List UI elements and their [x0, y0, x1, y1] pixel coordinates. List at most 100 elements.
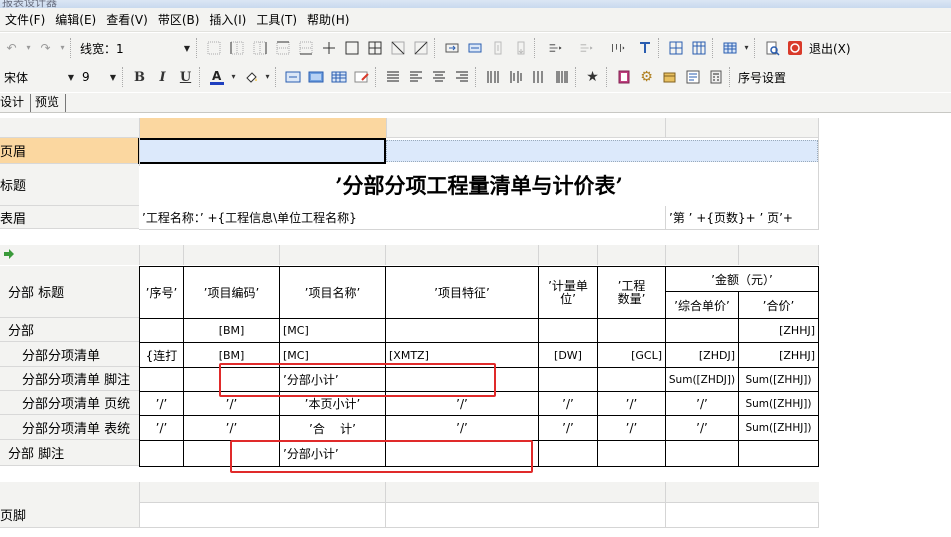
col-header-seq[interactable]: ’序号’ — [140, 267, 183, 318]
col-header-unit[interactable]: ’计量单位’ — [539, 267, 597, 318]
font-color-dropdown-icon[interactable]: ▾ — [229, 66, 239, 88]
valign-top-icon[interactable] — [482, 66, 504, 88]
col-header-code[interactable]: ’项目编码’ — [184, 267, 279, 318]
align-rows-icon[interactable] — [541, 37, 571, 59]
distribute-icon[interactable] — [603, 37, 633, 59]
menu-band[interactable]: 带区(B) — [153, 10, 205, 30]
selected-cell[interactable] — [138, 138, 386, 164]
item-footer-total-field[interactable]: Sum([ZHHJ]) — [739, 368, 818, 391]
split-cells-icon[interactable] — [464, 37, 486, 59]
col-header-unit-price[interactable]: ’综合单价’ — [666, 292, 738, 318]
insert-column-icon[interactable] — [510, 37, 532, 59]
page-number-field[interactable]: ’第 ’ +{页数}+ ’ 页’+ — [666, 206, 819, 229]
edit-box-icon[interactable] — [351, 66, 373, 88]
valign-fill-icon[interactable] — [551, 66, 573, 88]
band-page-header[interactable]: 页眉 — [0, 138, 139, 164]
menu-tools[interactable]: 工具(T) — [251, 10, 302, 30]
col-header-amount[interactable]: ’金额（元）’ — [666, 267, 818, 291]
form-icon[interactable] — [682, 66, 704, 88]
italic-button[interactable]: I — [152, 66, 174, 88]
diagonal-up-icon[interactable] — [410, 37, 432, 59]
project-name-field[interactable]: ’工程名称：’ +{工程信息\单位工程名称} — [139, 206, 665, 229]
merge-cells-icon[interactable] — [441, 37, 463, 59]
exit-icon[interactable] — [784, 37, 806, 59]
table-total-code-field[interactable]: ’/’ — [184, 416, 279, 440]
seq-setting-button[interactable]: 序号设置 — [735, 69, 789, 86]
tab-preview[interactable]: 预览 — [35, 94, 67, 112]
table-total-total-field[interactable]: Sum([ZHHJ]) — [739, 416, 818, 440]
menu-view[interactable]: 查看(V) — [101, 10, 153, 30]
band-table-header[interactable]: 表眉 — [0, 206, 139, 229]
list-seq-field[interactable]: {连打 — [140, 343, 183, 367]
book-icon[interactable] — [613, 66, 635, 88]
border-right-icon[interactable] — [249, 37, 271, 59]
table-total-feature-field[interactable]: ’/’ — [386, 416, 538, 440]
band-sub[interactable]: 分部 — [0, 318, 139, 342]
align-cols-icon[interactable] — [572, 37, 602, 59]
bold-button[interactable]: B — [129, 66, 151, 88]
table-total-unit-price-field[interactable]: ’/’ — [666, 416, 738, 440]
align-justify-icon[interactable] — [382, 66, 404, 88]
menu-help[interactable]: 帮助(H) — [302, 10, 354, 30]
band-item-list[interactable]: 分部分项清单 — [0, 342, 139, 367]
database-icon[interactable] — [659, 66, 681, 88]
border-bottom-icon[interactable] — [295, 37, 317, 59]
list-qty-field[interactable]: [GCL] — [598, 343, 665, 367]
undo-icon[interactable]: ↶ — [1, 37, 23, 59]
redo-icon[interactable]: ↷ — [35, 37, 57, 59]
list-unit-price-field[interactable]: [ZHDJ] — [666, 343, 738, 367]
insert-row-icon[interactable] — [487, 37, 509, 59]
item-footer-unit-price-field[interactable]: Sum([ZHDJ]) — [666, 368, 738, 391]
report-designer-canvas[interactable]: 页眉 标题 ’分部分项工程量清单与计价表’ 表眉 ’工程名称：’ +{工程信息\… — [0, 113, 951, 537]
print-preview-icon[interactable] — [761, 37, 783, 59]
calculator-icon[interactable] — [705, 66, 727, 88]
column-width-icon[interactable] — [634, 37, 656, 59]
report-title[interactable]: ’分部分项工程量清单与计价表’ — [139, 164, 819, 206]
underline-button[interactable]: U — [175, 66, 197, 88]
grid-box-icon[interactable] — [328, 66, 350, 88]
table-menu-dropdown-icon[interactable]: ▾ — [742, 37, 752, 59]
band-sub-title[interactable]: 分部 标题 — [0, 266, 139, 318]
menu-edit[interactable]: 编辑(E) — [50, 10, 101, 30]
page-total-unit-price-field[interactable]: ’/’ — [666, 392, 738, 415]
table-total-name-field[interactable]: ’合 计’ — [280, 416, 385, 440]
band-sub-footer[interactable]: 分部 脚注 — [0, 440, 139, 466]
page-total-seq-field[interactable]: ’/’ — [140, 392, 183, 415]
align-center-icon[interactable] — [428, 66, 450, 88]
col-header-feature[interactable]: ’项目特征’ — [386, 267, 538, 318]
border-left-icon[interactable] — [226, 37, 248, 59]
align-right-icon[interactable] — [451, 66, 473, 88]
border-all-icon[interactable] — [364, 37, 386, 59]
settings-gear-icon[interactable]: ⚙ — [636, 66, 658, 88]
diagonal-down-icon[interactable] — [387, 37, 409, 59]
exit-button[interactable]: 退出(X) — [806, 40, 854, 57]
sub-code-field[interactable]: [BM] — [184, 319, 279, 342]
sub-total-field[interactable]: [ZHHJ] — [739, 319, 818, 342]
col-header-qty[interactable]: ’工程数量’ — [598, 267, 665, 318]
font-name-select[interactable]: 宋体 ▼ — [0, 67, 78, 87]
tab-design[interactable]: 设计 — [0, 94, 32, 112]
table-layout-icon[interactable] — [688, 37, 710, 59]
menu-file[interactable]: 文件(F) — [0, 10, 50, 30]
line-width-select[interactable]: 线宽：1 ▼ — [76, 38, 194, 58]
list-unit-field[interactable]: [DW] — [539, 343, 597, 367]
font-color-icon[interactable]: A — [206, 66, 228, 88]
table-total-seq-field[interactable]: ’/’ — [140, 416, 183, 440]
redo-dropdown-icon[interactable]: ▾ — [58, 37, 68, 59]
font-size-select[interactable]: 9 ▼ — [78, 67, 120, 87]
band-title[interactable]: 标题 — [0, 164, 139, 206]
grid-layout-icon[interactable] — [665, 37, 687, 59]
table-total-unit-field[interactable]: ’/’ — [539, 416, 597, 440]
page-total-total-field[interactable]: Sum([ZHHJ]) — [739, 392, 818, 415]
sub-name-field[interactable]: [MC] — [280, 319, 385, 342]
fill-color-dropdown-icon[interactable]: ▾ — [263, 66, 273, 88]
table-menu-icon[interactable] — [719, 37, 741, 59]
list-total-field[interactable]: [ZHHJ] — [739, 343, 818, 367]
band-page-footer[interactable]: 页脚 — [0, 502, 139, 528]
col-header-total[interactable]: ’合价’ — [739, 292, 818, 318]
border-none-icon[interactable] — [203, 37, 225, 59]
table-total-qty-field[interactable]: ’/’ — [598, 416, 665, 440]
page-total-qty-field[interactable]: ’/’ — [598, 392, 665, 415]
band-item-table-total[interactable]: 分部分项清单 表统 — [0, 415, 139, 440]
fill-color-icon[interactable] — [240, 66, 262, 88]
